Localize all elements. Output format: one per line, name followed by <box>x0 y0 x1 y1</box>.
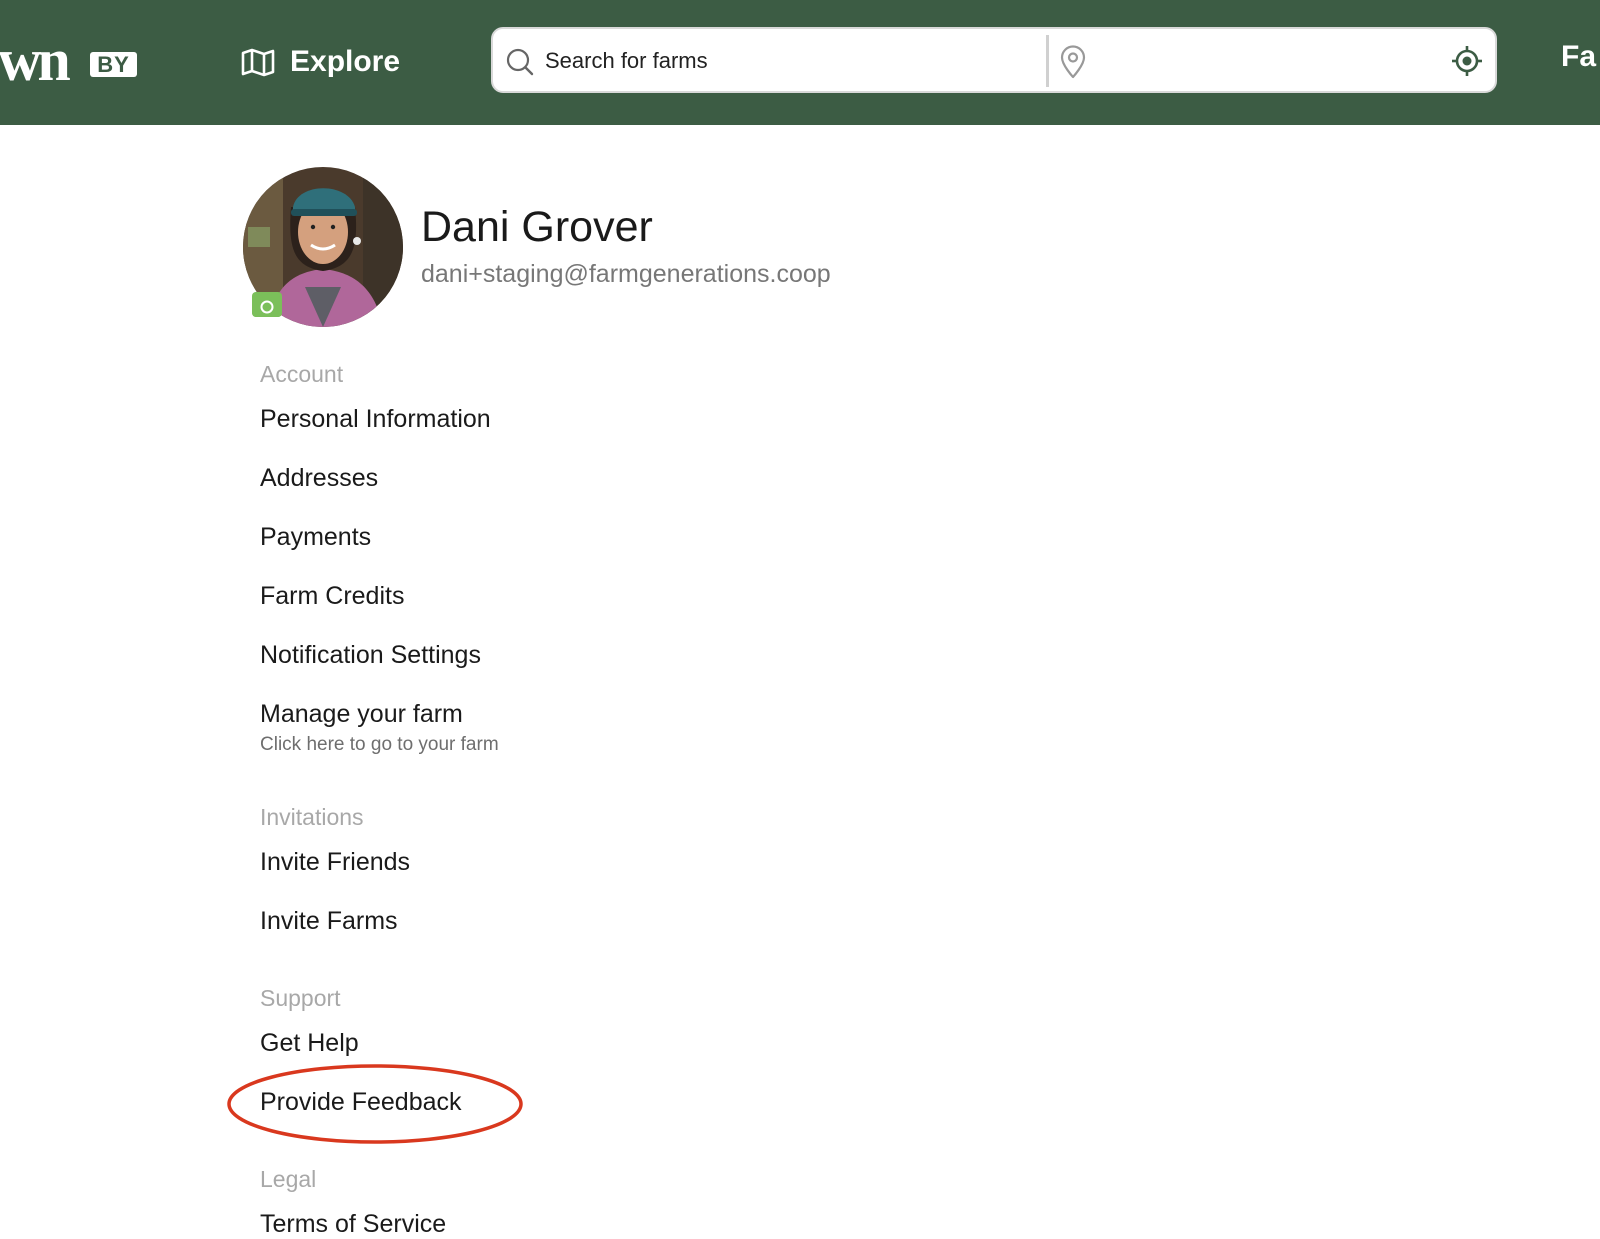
farms-nav-link[interactable]: Fa <box>1561 40 1596 74</box>
farm-search-input[interactable] <box>543 37 1037 85</box>
search-divider <box>1046 35 1049 87</box>
explore-label: Explore <box>290 45 401 78</box>
menu-item-addresses[interactable]: Addresses <box>260 464 378 493</box>
map-icon <box>241 48 275 77</box>
search-icon <box>506 48 534 76</box>
location-pin-icon <box>1060 45 1086 79</box>
manage-farm-subtitle[interactable]: Click here to go to your farm <box>260 734 499 756</box>
section-heading-support: Support <box>260 985 341 1011</box>
search-bar <box>491 27 1497 93</box>
menu-item-get-help[interactable]: Get Help <box>260 1029 359 1058</box>
menu-item-notification-settings[interactable]: Notification Settings <box>260 641 481 670</box>
explore-link[interactable]: Explore <box>240 40 400 84</box>
section-heading-account: Account <box>260 361 344 387</box>
menu-item-farm-credits[interactable]: Farm Credits <box>260 582 404 611</box>
location-input[interactable] <box>1093 37 1437 85</box>
section-heading-invitations: Invitations <box>260 804 364 830</box>
profile-email: dani+staging@farmgenerations.coop <box>421 260 831 288</box>
logo-text: wn <box>0 27 71 93</box>
profile-name: Dani Grover <box>421 203 653 251</box>
menu-item-manage-farm[interactable]: Manage your farm <box>260 700 463 729</box>
menu-item-invite-friends[interactable]: Invite Friends <box>260 848 410 877</box>
menu-item-terms-of-service[interactable]: Terms of Service <box>260 1210 446 1239</box>
menu-item-personal-information[interactable]: Personal Information <box>260 405 491 434</box>
camera-icon[interactable] <box>252 292 282 317</box>
logo-badge: BY <box>90 52 137 77</box>
section-heading-legal: Legal <box>260 1166 317 1192</box>
brand-logo[interactable]: wn BY <box>0 30 143 90</box>
crosshair-icon[interactable] <box>1451 45 1483 77</box>
top-navigation-bar: wn BY Explore Fa <box>0 0 1600 125</box>
menu-item-invite-farms[interactable]: Invite Farms <box>260 907 398 936</box>
annotation-ellipse <box>227 1064 523 1144</box>
menu-item-payments[interactable]: Payments <box>260 523 371 552</box>
